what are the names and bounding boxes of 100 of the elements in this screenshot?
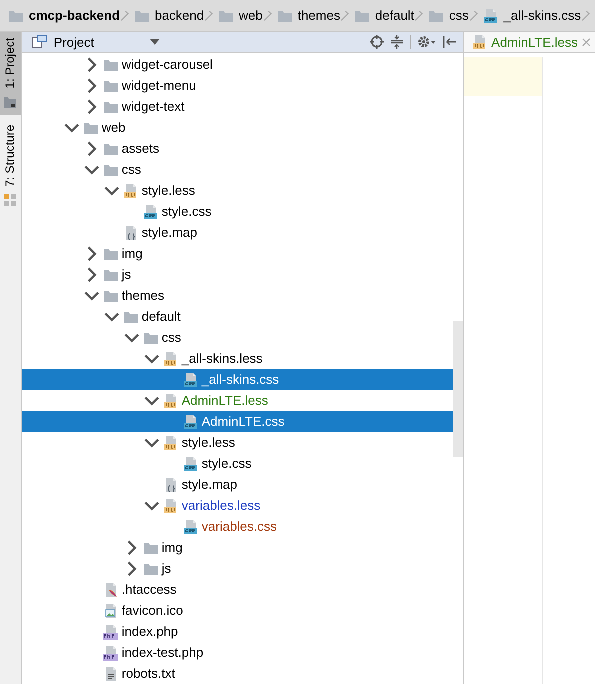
folder-icon	[82, 120, 99, 134]
file-name: robots.txt	[122, 666, 176, 681]
folder-icon	[102, 58, 119, 72]
editor-tab[interactable]: AdminLTE.less	[464, 32, 595, 52]
side-tab[interactable]: 1: Project	[0, 32, 21, 115]
css-file-icon	[182, 372, 199, 388]
file-name: img	[122, 246, 143, 261]
file-name: style.css	[162, 204, 212, 219]
folder-icon	[142, 330, 159, 344]
less-file-icon	[162, 498, 179, 514]
css-file-icon	[482, 8, 499, 24]
file-name: widget-text	[122, 99, 185, 114]
tree-item[interactable]: style.less	[22, 432, 453, 453]
file-name: variables.css	[202, 519, 278, 534]
tree-item[interactable]: AdminLTE.css	[22, 411, 453, 432]
tree-item[interactable]: _all-skins.less	[22, 348, 453, 369]
less-file-icon	[472, 34, 488, 50]
tree-item[interactable]: js	[22, 558, 453, 579]
tree-item[interactable]: js	[22, 264, 453, 285]
file-name: assets	[122, 141, 160, 156]
tree-item[interactable]: style.css	[22, 453, 453, 474]
folder-icon	[3, 94, 18, 109]
tree-item[interactable]: img	[22, 243, 453, 264]
file-name: AdminLTE.css	[202, 414, 285, 429]
file-name: widget-carousel	[122, 57, 213, 72]
file-name: js	[162, 561, 172, 576]
tree-item[interactable]: assets	[22, 138, 453, 159]
structure-icon	[3, 192, 18, 207]
tree-item[interactable]: robots.txt	[22, 663, 453, 684]
file-name: js	[122, 267, 132, 282]
tree-item[interactable]: variables.less	[22, 495, 453, 516]
folder-icon	[428, 8, 444, 22]
tree-item[interactable]: AdminLTE.less	[22, 390, 453, 411]
file-name: _all-skins.less	[182, 351, 263, 366]
tree-item[interactable]: .htaccess	[22, 579, 453, 600]
breadcrumb-item[interactable]: default	[354, 0, 424, 31]
breadcrumb-item[interactable]: web	[218, 0, 273, 31]
file-name: style.less	[182, 435, 236, 450]
breadcrumb-item[interactable]: _all-skins.css	[482, 0, 592, 31]
dropdown-caret-icon[interactable]	[150, 39, 160, 45]
file-name: index.php	[122, 624, 178, 639]
folder-icon	[102, 142, 119, 156]
tree-item[interactable]: widget-menu	[22, 75, 453, 96]
panel-title[interactable]: Project	[54, 34, 94, 50]
tree-item[interactable]: _all-skins.css	[22, 369, 453, 390]
tree-item[interactable]: index.php	[22, 621, 453, 642]
collapse-all-icon[interactable]	[390, 35, 404, 49]
file-name: _all-skins.css	[202, 372, 280, 387]
folder-icon	[102, 246, 119, 260]
css-file-icon	[142, 204, 159, 220]
tree-item[interactable]: variables.css	[22, 516, 453, 537]
tree-item[interactable]: widget-text	[22, 96, 453, 117]
file-name: img	[162, 540, 183, 555]
folder-icon	[102, 268, 119, 282]
php-file-icon	[102, 644, 119, 660]
folder-icon	[218, 8, 234, 22]
file-name: default	[142, 309, 181, 324]
tree-item[interactable]: img	[22, 537, 453, 558]
breadcrumb-item[interactable]: backend	[134, 0, 214, 31]
tree-item[interactable]: css	[22, 327, 453, 348]
file-name: variables.less	[182, 498, 261, 513]
locate-icon[interactable]	[370, 35, 384, 49]
tree-item[interactable]: themes	[22, 285, 453, 306]
file-name: web	[102, 120, 126, 135]
tree-item[interactable]: style.map	[22, 474, 453, 495]
breadcrumb-item[interactable]: css	[428, 0, 479, 31]
file-name: themes	[122, 288, 165, 303]
folder-icon	[142, 562, 159, 576]
file-name: css	[122, 162, 142, 177]
folder-icon	[102, 78, 119, 92]
breadcrumb-item[interactable]: cmcp-backend	[8, 0, 130, 31]
file-name: AdminLTE.less	[182, 393, 268, 408]
tree-item[interactable]: web	[22, 117, 453, 138]
folder-icon	[102, 162, 119, 176]
settings-icon[interactable]	[416, 35, 437, 49]
folder-icon	[134, 8, 150, 22]
tree-item[interactable]: index-test.php	[22, 642, 453, 663]
hide-panel-icon[interactable]	[442, 35, 457, 49]
folder-icon	[122, 310, 139, 324]
tree-item[interactable]: widget-carousel	[22, 54, 453, 75]
tree-item[interactable]: style.map	[22, 222, 453, 243]
scrollbar[interactable]	[452, 321, 463, 457]
file-name: css	[162, 330, 182, 345]
less-file-icon	[162, 350, 179, 366]
folder-icon	[354, 8, 370, 22]
tree-item[interactable]: style.css	[22, 201, 453, 222]
breadcrumb-item[interactable]: themes	[276, 0, 350, 31]
less-file-icon	[162, 392, 179, 408]
tree-item[interactable]: default	[22, 306, 453, 327]
file-name: style.less	[142, 183, 196, 198]
side-tab[interactable]: 7: Structure	[0, 118, 21, 213]
tree-item[interactable]: style.less	[22, 180, 453, 201]
css-file-icon	[182, 414, 199, 430]
less-file-icon	[122, 182, 139, 198]
tree-item[interactable]: css	[22, 159, 453, 180]
folder-icon	[102, 288, 119, 302]
tree-item[interactable]: favicon.ico	[22, 600, 453, 621]
css-file-icon	[182, 456, 199, 472]
less-file-icon	[162, 434, 179, 450]
folder-icon	[142, 540, 159, 554]
